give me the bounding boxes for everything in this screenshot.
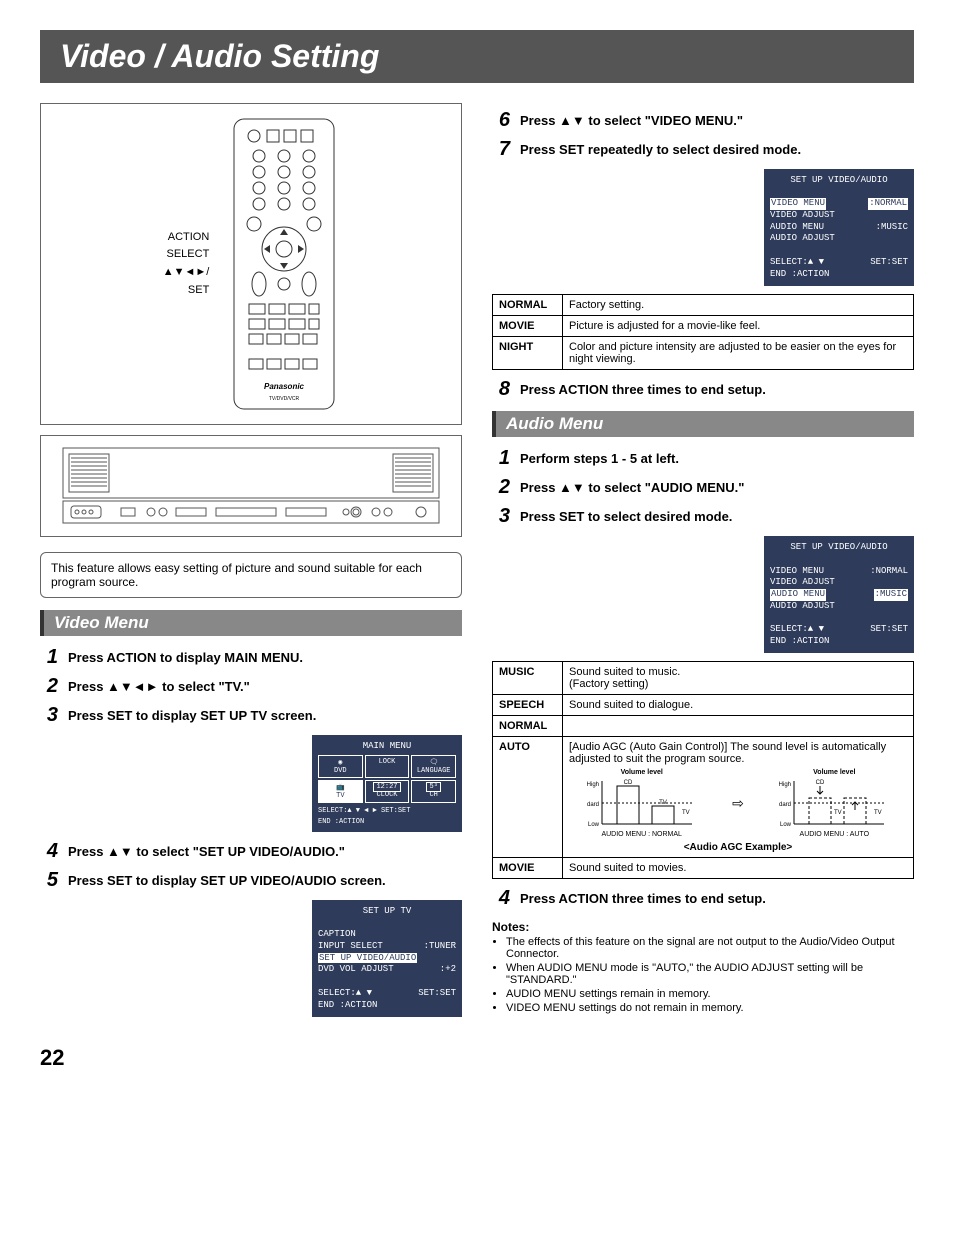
video-step-3: Press SET to display SET UP TV screen. (68, 704, 316, 723)
video-step-2: Press ▲▼◄► to select "TV." (68, 675, 250, 694)
video-step-6: Press ▲▼ to select "VIDEO MENU." (520, 109, 743, 128)
opt-normal-v: Factory setting. (563, 295, 914, 316)
note-3: AUDIO MENU settings remain in memory. (506, 988, 914, 1000)
opt-normal-v (563, 716, 914, 737)
label-set: SET (163, 282, 210, 300)
audio-menu-heading: Audio Menu (492, 411, 914, 437)
video-step-1: Press ACTION to display MAIN MENU. (68, 646, 303, 665)
video-step-8: Press ACTION three times to end setup. (520, 378, 766, 397)
svg-text:Standard: Standard (779, 802, 791, 808)
page-title-bar: Video / Audio Setting (40, 30, 914, 83)
audio-step-1: Perform steps 1 - 5 at left. (520, 447, 679, 466)
opt-music-v: Sound suited to music. (Factory setting) (563, 662, 914, 695)
opt-speech-k: SPEECH (493, 695, 563, 716)
audio-step-3: Press SET to select desired mode. (520, 505, 732, 524)
video-menu-heading: Video Menu (40, 610, 462, 636)
svg-text:CD: CD (816, 780, 825, 786)
osd-setup-tv: SET UP TV CAPTION INPUT SELECT:TUNER SET… (312, 900, 462, 1017)
opt-normal-k: NORMAL (493, 295, 563, 316)
video-step-5: Press SET to display SET UP VIDEO/AUDIO … (68, 869, 386, 888)
step-num: 2 (40, 675, 58, 698)
opt-movie-v: Picture is adjusted for a movie-like fee… (563, 316, 914, 337)
opt-auto-k: AUTO (493, 737, 563, 858)
step-num: 6 (492, 109, 510, 132)
audio-step-4: Press ACTION three times to end setup. (520, 887, 766, 906)
step-num: 8 (492, 378, 510, 401)
video-step-7: Press SET repeatedly to select desired m… (520, 138, 801, 157)
svg-text:CD: CD (623, 780, 632, 786)
notes-heading: Notes: (492, 920, 914, 934)
remote-label-callouts: ACTION SELECT ▲▼◄►/ SET (163, 229, 210, 299)
opt-night-v: Color and picture intensity are adjusted… (563, 337, 914, 370)
agc-chart-normal: Volume level High Standard Low CD TV (587, 769, 697, 838)
audio-options-table: MUSICSound suited to music. (Factory set… (492, 661, 914, 879)
device-illustration (40, 435, 462, 537)
remote-illustration: ACTION SELECT ▲▼◄►/ SET (40, 103, 462, 425)
step-num: 5 (40, 869, 58, 892)
svg-text:Low: Low (780, 822, 792, 828)
svg-text:High: High (779, 782, 791, 788)
step-num: 4 (492, 887, 510, 910)
osd-title: SET UP TV (318, 906, 456, 918)
note-4: VIDEO MENU settings do not remain in mem… (506, 1002, 914, 1014)
agc-chart-auto: Volume level High Standard Low (779, 769, 889, 838)
opt-movie-k: MOVIE (493, 316, 563, 337)
svg-text:High: High (587, 782, 599, 788)
step-num: 3 (492, 505, 510, 528)
step-num: 1 (40, 646, 58, 669)
mm-foot1: SELECT:▲ ▼ ◄ ► SET:SET (318, 807, 456, 815)
audio-step-2: Press ▲▼ to select "AUDIO MENU." (520, 476, 744, 495)
opt-auto-v: [Audio AGC (Auto Gain Control)] The soun… (563, 737, 914, 858)
video-options-table: NORMALFactory setting. MOVIEPicture is a… (492, 294, 914, 370)
step-num: 2 (492, 476, 510, 499)
mm-foot2: END :ACTION (318, 818, 456, 826)
step-num: 4 (40, 840, 58, 863)
opt-movie-v: Sound suited to movies. (563, 858, 914, 879)
step-num: 3 (40, 704, 58, 727)
notes-list: The effects of this feature on the signa… (492, 936, 914, 1014)
agc-example-title: <Audio AGC Example> (569, 842, 907, 853)
svg-text:TV: TV (682, 810, 690, 816)
osd-va-audio: SET UP VIDEO/AUDIO VIDEO MENU:NORMAL VID… (764, 536, 914, 653)
mm-tv: 📺TV (318, 780, 363, 803)
step-num: 1 (492, 447, 510, 470)
svg-text:Standard: Standard (587, 802, 599, 808)
svg-text:TV: TV (874, 810, 882, 816)
opt-music-k: MUSIC (493, 662, 563, 695)
svg-text:TV: TV (659, 800, 667, 806)
note-1: The effects of this feature on the signa… (506, 936, 914, 960)
label-arrows: ▲▼◄►/ (163, 264, 210, 282)
intro-text: This feature allows easy setting of pict… (40, 552, 462, 598)
mm-lang: 🗨LANGUAGE (411, 755, 456, 778)
note-2: When AUDIO MENU mode is "AUTO," the AUDI… (506, 962, 914, 986)
step-num: 7 (492, 138, 510, 161)
svg-text:TV: TV (834, 810, 842, 816)
opt-night-k: NIGHT (493, 337, 563, 370)
video-step-4: Press ▲▼ to select "SET UP VIDEO/AUDIO." (68, 840, 345, 859)
mm-lock: LOCK (365, 755, 410, 778)
svg-text:Panasonic: Panasonic (264, 382, 305, 391)
osd-va-video: SET UP VIDEO/AUDIO VIDEO MENU:NORMAL VID… (764, 169, 914, 286)
opt-normal-k: NORMAL (493, 716, 563, 737)
page-number: 22 (40, 1045, 914, 1071)
page-title: Video / Audio Setting (60, 38, 894, 75)
label-action: ACTION (163, 229, 210, 247)
label-select: SELECT (163, 246, 210, 264)
mm-clock: 12:27CLOCK (365, 780, 410, 803)
osd-title: MAIN MENU (318, 741, 456, 751)
opt-speech-v: Sound suited to dialogue. (563, 695, 914, 716)
osd-main-menu: MAIN MENU ◉DVD LOCK 🗨LANGUAGE 📺TV 12:27C… (312, 735, 462, 832)
mm-dvd: ◉DVD (318, 755, 363, 778)
mm-ch: 5³CH (411, 780, 456, 803)
opt-movie-k: MOVIE (493, 858, 563, 879)
remote-svg: Panasonic TV/DVD/VCR (229, 114, 339, 414)
svg-text:Low: Low (588, 822, 600, 828)
svg-text:TV/DVD/VCR: TV/DVD/VCR (269, 396, 300, 402)
arrow-icon: ⇨ (732, 795, 744, 812)
